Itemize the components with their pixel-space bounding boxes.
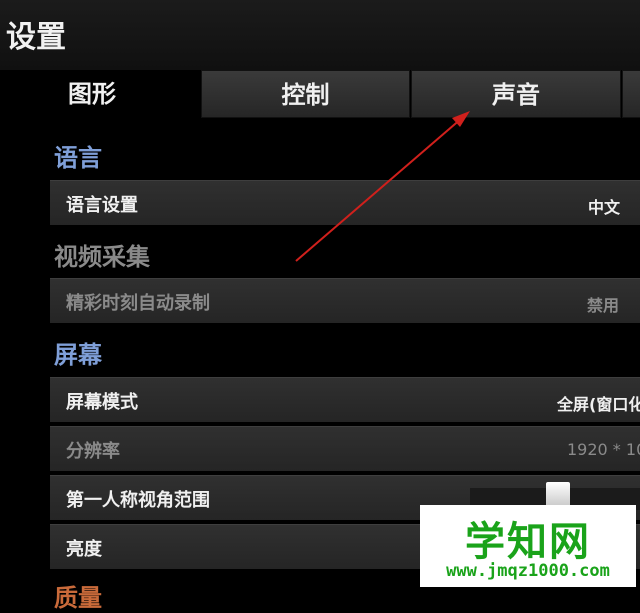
watermark-title: 学知网 bbox=[465, 519, 591, 565]
annotation-arrow-icon bbox=[295, 111, 470, 262]
watermark-logo: 学知网 www.jmqz1000.com bbox=[420, 505, 636, 587]
watermark-url: www.jmqz1000.com bbox=[446, 561, 610, 581]
